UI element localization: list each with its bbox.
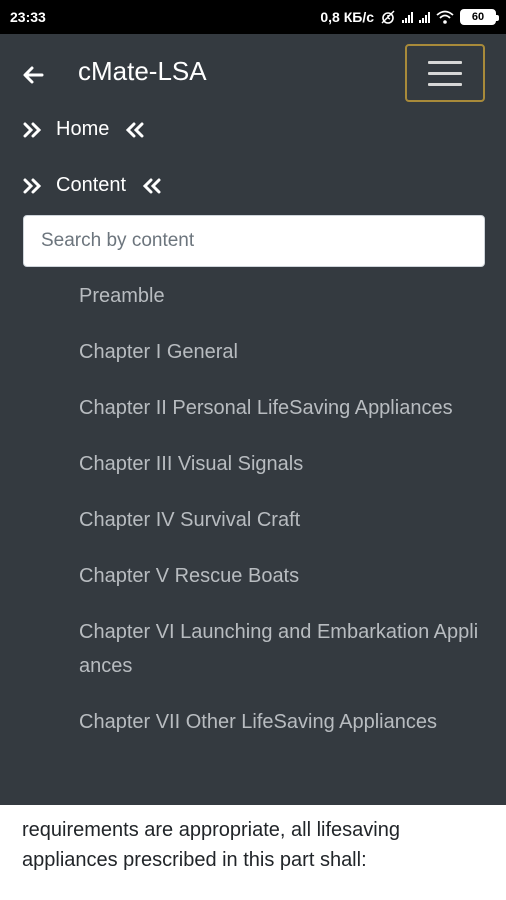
status-time: 23:33 [10,9,46,25]
arrow-left-icon [23,66,44,84]
menu-toggle-button[interactable] [405,44,485,102]
chapter-item-2[interactable]: Chapter II Personal LifeSaving Appliance… [79,391,489,425]
status-indicators: 0,8 КБ/с 60 [320,9,499,25]
chapter-item-1[interactable]: Chapter I General [79,335,489,369]
double-chevron-left-icon [126,122,144,137]
hamburger-icon-line [428,71,462,75]
hamburger-icon-line [428,60,462,64]
alarm-icon [381,10,395,24]
hamburger-icon-line [428,82,462,86]
chapter-item-3[interactable]: Chapter III Visual Signals [79,447,489,481]
signal-icon-1 [402,11,413,23]
double-chevron-right-icon [23,122,42,137]
search-input[interactable] [23,215,485,267]
chapter-item-6[interactable]: Chapter VI Launching and Embarkation App… [79,615,489,683]
body-line-2: appliances prescribed in this part shall… [22,849,367,871]
page-body-text: requirements are appropriate, all lifesa… [22,805,492,875]
app-title: cMate-LSA [78,56,207,86]
nav-content-label: Content [56,174,127,196]
nav-home-label: Home [56,118,110,140]
chapter-item-preamble[interactable]: Preamble [79,279,489,313]
double-chevron-right-icon [23,178,42,193]
chapter-item-7[interactable]: Chapter VII Other LifeSaving Appliances [79,705,489,739]
battery-icon: 60 [460,9,499,25]
chapter-item-4[interactable]: Chapter IV Survival Craft [79,503,489,537]
wifi-icon [436,10,454,24]
chapter-item-5[interactable]: Chapter V Rescue Boats [79,559,489,593]
body-line-1: requirements are appropriate, all lifesa… [22,819,400,841]
app-bar: cMate-LSA [0,34,506,114]
nav-home-link[interactable]: Home [22,118,145,141]
navigation-panel: cMate-LSA Home Content Preamble Chapter … [0,34,506,805]
nav-content-link[interactable]: Content [22,174,162,197]
double-chevron-left-icon [142,178,161,193]
signal-icon-2 [419,11,430,23]
status-bar: 23:33 0,8 КБ/с 60 [0,0,506,34]
chapter-list: Preamble Chapter I General Chapter II Pe… [79,279,489,761]
network-speed: 0,8 КБ/с [320,9,374,25]
back-button[interactable] [18,60,48,90]
